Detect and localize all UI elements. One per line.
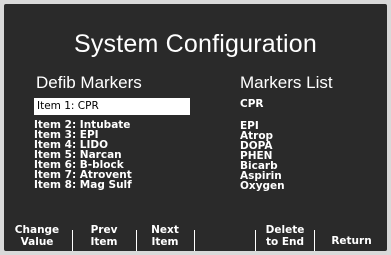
softkey-label-line1: Delete [265,223,305,236]
softkey-label-line1: Return [331,235,372,247]
marker-item-1[interactable]: Item 1: CPR [34,98,190,115]
softkey-label-line2: Item [151,235,179,248]
change-value-softkey[interactable]: Change Value [4,220,70,251]
softkey-divider [72,230,73,251]
markers-list-heading: Markers List [240,73,333,92]
softkey-divider [136,230,137,251]
softkey-label-line2: Value [20,235,54,248]
marker-option: CPR [240,98,264,110]
defib-marker-items: Item 1: CPR Item 2: Intubate Item 3: EPI… [34,98,190,190]
softkey-divider [194,230,195,251]
device-bezel: System Configuration Defib Markers Marke… [0,0,391,255]
softkey-label-line1: Next [151,223,179,236]
prev-item-softkey[interactable]: Prev Item [74,220,134,251]
marker-item-8[interactable]: Item 8: Mag Sulf [34,180,190,191]
return-softkey[interactable]: Return [316,220,387,251]
softkey-label-line1: Change [14,223,60,236]
blank-softkey[interactable] [196,220,253,251]
defib-markers-heading: Defib Markers [36,73,142,92]
softkey-divider [314,230,315,251]
softkey-label-line2: Item [90,235,118,248]
next-item-softkey[interactable]: Next Item [138,220,192,251]
available-markers-list: CPR EPI Atrop DOPA PHEN Bicarb Aspirin O… [240,98,285,192]
softkey-label-line1: Prev [90,223,118,236]
delete-to-end-softkey[interactable]: Delete to End [257,220,313,251]
softkey-bar: Change Value Prev Item Next Item Delete [4,220,387,251]
monitor-screen: System Configuration Defib Markers Marke… [4,4,387,251]
softkey-label-line2: to End [265,235,305,248]
softkey-divider [255,230,256,251]
page-title: System Configuration [73,30,317,58]
marker-option: Oxygen [240,180,285,192]
